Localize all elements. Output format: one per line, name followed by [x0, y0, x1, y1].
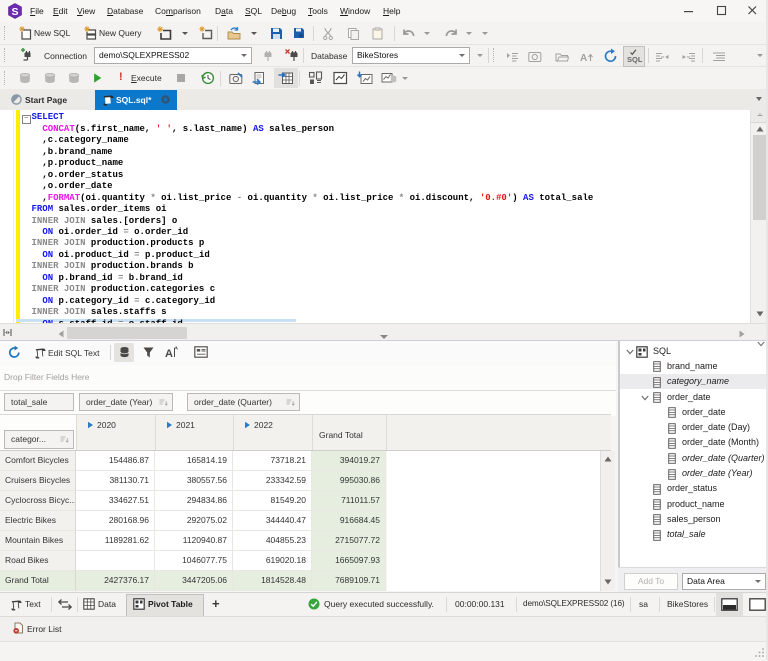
- svg-text:A: A: [165, 348, 173, 360]
- svg-text:SQL: SQL: [627, 55, 643, 64]
- svg-text:S: S: [11, 6, 18, 18]
- svg-text:A: A: [580, 53, 587, 64]
